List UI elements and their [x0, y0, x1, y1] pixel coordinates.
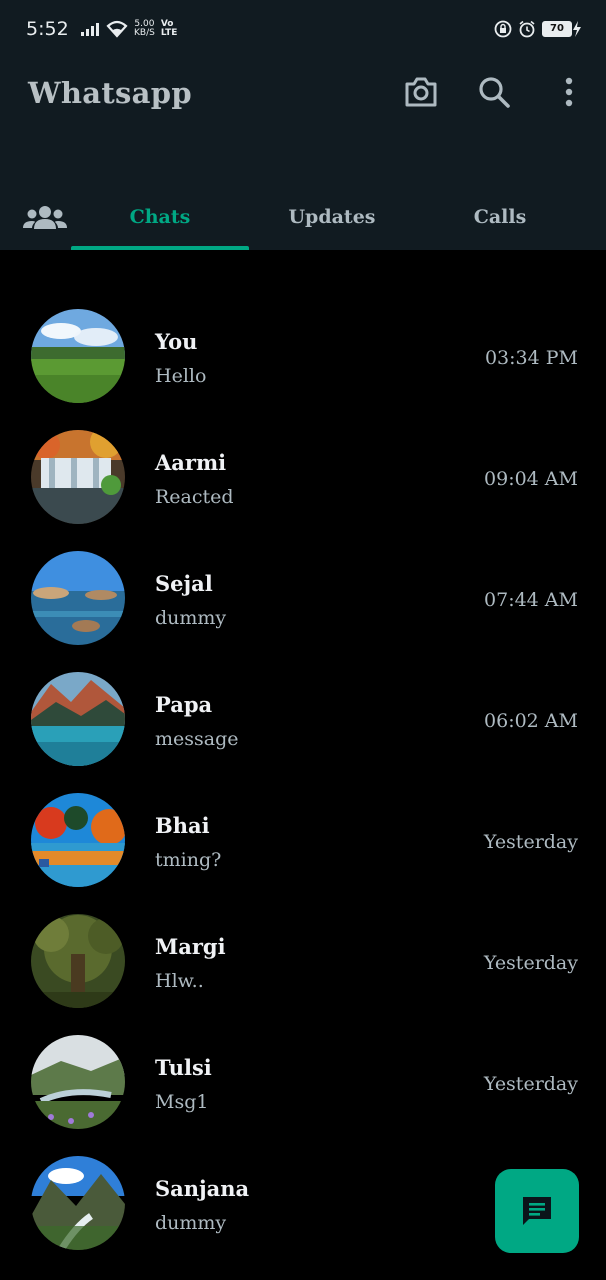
- tab-updates[interactable]: Updates: [249, 200, 415, 248]
- chat-row-papa[interactable]: Papa message 06:02 AM: [0, 672, 606, 793]
- battery-indicator: 70: [542, 21, 582, 37]
- chat-last-message: Hlw..: [155, 970, 204, 992]
- battery-level: 70: [542, 21, 572, 37]
- chat-last-message: dummy: [155, 607, 227, 629]
- chat-time: Yesterday: [483, 1073, 578, 1095]
- volte-bottom: LTE: [160, 28, 178, 38]
- signal-icon: [81, 23, 99, 36]
- chat-row-bhai[interactable]: Bhai tming? Yesterday: [0, 793, 606, 914]
- avatar[interactable]: [31, 551, 125, 645]
- chat-row-aarmi[interactable]: Aarmi Reacted 09:04 AM: [0, 430, 606, 551]
- lock-rotation-icon: [494, 20, 512, 38]
- chat-last-message: tming?: [155, 849, 222, 871]
- chat-row-tulsi[interactable]: Tulsi Msg1 Yesterday: [0, 1035, 606, 1156]
- app-title: Whatsapp: [28, 76, 192, 110]
- chat-last-message: Msg1: [155, 1091, 209, 1113]
- volte-indicator: Vo LTE: [161, 20, 178, 38]
- speed-unit: KB/S: [134, 28, 155, 38]
- tab-community[interactable]: [20, 204, 70, 252]
- new-chat-button[interactable]: [495, 1169, 579, 1253]
- chat-last-message: Reacted: [155, 486, 234, 508]
- camera-icon[interactable]: [403, 74, 439, 110]
- chat-row-margi[interactable]: Margi Hlw.. Yesterday: [0, 914, 606, 1035]
- chat-name: Sanjana: [155, 1176, 250, 1201]
- chat-last-message: message: [155, 728, 239, 750]
- chat-last-message: Hello: [155, 365, 207, 387]
- search-icon[interactable]: [476, 74, 512, 110]
- chat-name: Tulsi: [155, 1055, 212, 1080]
- chat-time: 09:04 AM: [484, 468, 578, 490]
- chat-name: You: [155, 329, 198, 354]
- avatar[interactable]: [31, 1035, 125, 1129]
- alarm-icon: [519, 20, 535, 38]
- status-time: 5:52: [26, 18, 69, 40]
- chat-name: Bhai: [155, 813, 210, 838]
- network-speed: 5.00 KB/S: [134, 20, 155, 38]
- app-bar: Whatsapp Chats Updates Calls: [0, 60, 606, 250]
- chat-time: 06:02 AM: [484, 710, 578, 732]
- status-bar: 5:52 5.00 KB/S Vo LTE 70: [0, 0, 606, 60]
- avatar[interactable]: [31, 672, 125, 766]
- community-icon: [23, 206, 67, 229]
- active-tab-indicator: [71, 246, 249, 250]
- charging-icon: [573, 21, 581, 37]
- new-chat-icon: [523, 1197, 551, 1225]
- tab-bar: Chats Updates Calls: [0, 200, 606, 250]
- chat-time: 03:34 PM: [484, 347, 578, 369]
- chat-time: Yesterday: [483, 952, 578, 974]
- chat-name: Margi: [155, 934, 226, 959]
- avatar[interactable]: [31, 1156, 125, 1250]
- chat-time: 07:44 AM: [484, 589, 578, 611]
- chat-name: Papa: [155, 692, 213, 717]
- chat-time: Yesterday: [483, 831, 578, 853]
- avatar[interactable]: [31, 430, 125, 524]
- chat-row-sejal[interactable]: Sejal dummy 07:44 AM: [0, 551, 606, 672]
- tab-calls[interactable]: Calls: [415, 200, 585, 248]
- avatar[interactable]: [31, 309, 125, 403]
- chat-name: Aarmi: [155, 450, 227, 475]
- chat-name: Sejal: [155, 571, 213, 596]
- avatar[interactable]: [31, 793, 125, 887]
- tab-chats[interactable]: Chats: [71, 200, 249, 248]
- status-right-icons: 70: [494, 20, 582, 38]
- more-vert-icon[interactable]: [551, 74, 587, 110]
- avatar[interactable]: [31, 914, 125, 1008]
- status-left-icons: 5.00 KB/S Vo LTE: [72, 20, 177, 38]
- chat-row-you[interactable]: You Hello 03:34 PM: [0, 309, 606, 430]
- chat-last-message: dummy: [155, 1212, 227, 1234]
- wifi-icon: [106, 20, 128, 38]
